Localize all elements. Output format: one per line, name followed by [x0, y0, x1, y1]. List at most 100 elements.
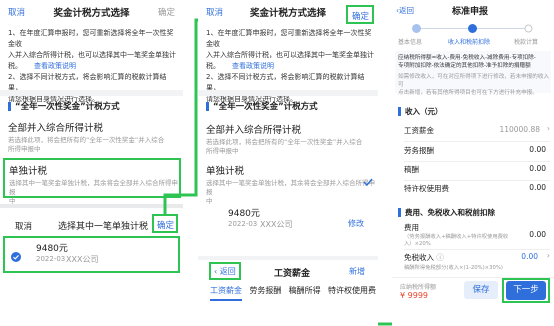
- option-title: 单独计税: [9, 166, 48, 177]
- step-done-icon: [412, 24, 421, 33]
- section-bar-icon: [398, 107, 401, 116]
- section-title-text: “全年一次性奖金”计税方式: [15, 102, 120, 112]
- step-progress: 基本信息 收入和税前扣除 税款计算: [392, 20, 554, 50]
- back-button[interactable]: ‹ 返回: [214, 266, 236, 277]
- income-row[interactable]: 特许权使用费 0.00: [404, 183, 550, 201]
- option-title: 全部并入综合所得计税: [8, 123, 104, 134]
- sheet-confirm-button[interactable]: 确定: [157, 219, 174, 231]
- back-label: 返回: [399, 6, 414, 15]
- back-label: 返回: [219, 267, 236, 276]
- salary-tabs: 工资薪金 劳务报酬 稿酬所得 特许权使用费: [210, 285, 376, 301]
- income-label: 劳务报酬: [404, 146, 434, 155]
- step-current-icon: [468, 24, 477, 33]
- section-title-text: 收入（元）: [405, 107, 443, 116]
- tab-royalty[interactable]: 稿酬所得: [289, 285, 321, 301]
- income-label: 特许权使用费: [404, 184, 449, 193]
- fee-desc: 入）×20%: [404, 241, 431, 247]
- notice-line: 入并入综合所得计税，也可以选择其中一笔奖金单独计: [8, 51, 176, 59]
- back-button[interactable]: ‹返回: [396, 5, 414, 16]
- panel-standard-declaration: ‹返回 标准申报 基本信息 收入和税前扣除 税款计算 应纳税所得额=收入-费用-…: [392, 0, 554, 326]
- bonus-date: 2022-03: [228, 220, 258, 228]
- notice-line: 税。: [206, 62, 220, 70]
- option-desc: 若选择此项，将会把所有的“全年一次性奖金”并入综合: [206, 138, 363, 146]
- option-title: 单独计税: [206, 166, 245, 177]
- section-title-text: “全年一次性奖金”计税方式: [213, 102, 318, 112]
- chevron-right-icon: ›: [547, 124, 550, 133]
- save-button[interactable]: 保存: [464, 281, 498, 299]
- option-desc: 选择其中一笔奖金单独计税，其余将会全部并入综合所得申报: [206, 179, 375, 196]
- income-value: 110000.88: [499, 125, 540, 134]
- formula-line: 应纳税所得额=收入-费用-免税收入-减除费用-专项扣除-: [398, 55, 536, 61]
- option-title: 全部并入综合所得计税: [206, 125, 302, 136]
- chevron-right-icon: ›: [546, 251, 550, 260]
- option-single-tax[interactable]: 单独计税 选择其中一笔奖金单独计税，其余将会全部并入综合所得申报 中: [9, 163, 179, 206]
- income-section-title: 收入（元）: [398, 106, 443, 117]
- info-icon[interactable]: ⓘ: [436, 253, 444, 262]
- bonus-company: XXX公司: [66, 255, 99, 264]
- next-step-button[interactable]: 下一步: [506, 281, 546, 300]
- notice-line: 1、在年度汇算申报时，您可重新选择将全年一次性奖金收: [206, 29, 372, 48]
- option-single-tax[interactable]: 单独计税 选择其中一笔奖金单独计税，其余将会全部并入综合所得申报 中: [206, 163, 376, 206]
- tab-salary[interactable]: 工资薪金: [210, 285, 242, 301]
- page-title: 标准申报: [452, 7, 489, 17]
- section-bar-icon: [206, 101, 209, 111]
- step-label: 收入和税前扣除: [448, 39, 491, 46]
- notice-line: 税。: [8, 62, 22, 70]
- section-title: “全年一次性奖金”计税方式: [206, 100, 318, 112]
- panel-bonus-method-result: 取消 奖金计税方式选择 确定 1、在年度汇算申报时，您可重新选择将全年一次性奖金…: [198, 0, 378, 326]
- add-button[interactable]: 新增: [349, 266, 365, 277]
- tab-franchise[interactable]: 特许权使用费: [328, 285, 376, 301]
- modify-button[interactable]: 修改: [348, 218, 364, 229]
- section-divider: [0, 90, 183, 96]
- step-label: 基本信息: [398, 39, 423, 46]
- check-circle-icon: [11, 252, 21, 262]
- confirm-button[interactable]: 确定: [352, 10, 369, 22]
- tax-free-desc: 稿酬所得免税部分(收入×(1-20%)×30%): [404, 265, 503, 271]
- section-divider: [198, 90, 378, 96]
- panel-bonus-method-select: 取消 奖金计税方式选择 确定 1、在年度汇算申报时，您可重新选择将全年一次性奖金…: [0, 0, 183, 326]
- step-label: 税款计算: [514, 39, 539, 46]
- sheet-cancel-button[interactable]: 取消: [15, 220, 32, 232]
- tax-free-row[interactable]: 免税收入 ⓘ 0.00 › 稿酬所得免税部分(收入×(1-20%)×30%): [404, 251, 550, 272]
- bonus-company: XXX公司: [260, 220, 293, 229]
- row-divider: [404, 161, 550, 162]
- tax-free-label: 免税收入 ⓘ: [404, 252, 444, 263]
- step-todo-icon: [524, 24, 533, 33]
- option-desc: 所得申报中: [8, 145, 41, 153]
- confirm-button[interactable]: 确定: [158, 6, 175, 18]
- option-desc: 若选择此项，将会把所有的“全年一次性奖金”并入综合: [8, 136, 165, 144]
- income-value: 0.00: [529, 164, 546, 173]
- fee-row[interactable]: 费用 （劳务报酬收入+稿酬收入+特许权使用费收 入）×20% 0.00: [404, 222, 550, 248]
- bonus-item[interactable]: 9480元 2022-03 XXX公司 修改: [198, 206, 378, 234]
- row-divider: [404, 249, 550, 250]
- section-bar-icon: [8, 101, 11, 111]
- panel1-header: 取消 奖金计税方式选择 确定: [0, 0, 183, 22]
- policy-link[interactable]: 查看政策说明: [34, 62, 76, 70]
- row-divider: [404, 180, 550, 181]
- formula-line: 专项附加扣除-依法确定的其他扣除-准予扣除的捐赠额: [398, 63, 531, 69]
- income-value: 0.00: [529, 145, 546, 154]
- formula-text: 应纳税所得额=收入-费用-免税收入-减除费用-专项扣除- 专项附加扣除-依法确定…: [398, 54, 550, 97]
- row-divider: [404, 141, 550, 142]
- tab-labor[interactable]: 劳务报酬: [249, 285, 281, 301]
- policy-link[interactable]: 查看政策说明: [232, 62, 274, 70]
- option-all-combined[interactable]: 全部并入综合所得计税 若选择此项，将会把所有的“全年一次性奖金”并入综合 所得申…: [8, 120, 180, 154]
- section-title-text: 费用、免税收入和税前扣除: [405, 208, 495, 217]
- tax-free-label-text: 免税收入: [404, 253, 434, 262]
- bonus-item-selected[interactable]: 9480元 2022-03 XXX公司: [8, 239, 178, 271]
- income-value: 0.00: [529, 183, 546, 192]
- option-desc: 中: [206, 197, 213, 205]
- section-title: “全年一次性奖金”计税方式: [8, 100, 120, 112]
- formula-hint: 点击新增，若有其他所得项目也可在下方进行补充申报。: [398, 90, 538, 96]
- taxable-income-amount: ¥ 9999: [400, 291, 428, 300]
- income-label: 稿酬: [404, 165, 419, 174]
- taxable-income-label: 应纳税所得额: [400, 284, 437, 291]
- page-title: 奖金计税方式选择: [53, 8, 130, 19]
- option-all-combined[interactable]: 全部并入综合所得计税 若选择此项，将会把所有的“全年一次性奖金”并入综合 所得申…: [206, 122, 376, 156]
- deduction-section-title: 费用、免税收入和税前扣除: [398, 207, 495, 218]
- bonus-amount: 9480元: [36, 244, 68, 254]
- option-desc: 所得申报中: [206, 147, 239, 155]
- bonus-date: 2022-03: [36, 255, 66, 263]
- salary-title: 工资薪金: [274, 269, 311, 279]
- sheet-title: 选择其中一笔单独计税: [58, 222, 149, 232]
